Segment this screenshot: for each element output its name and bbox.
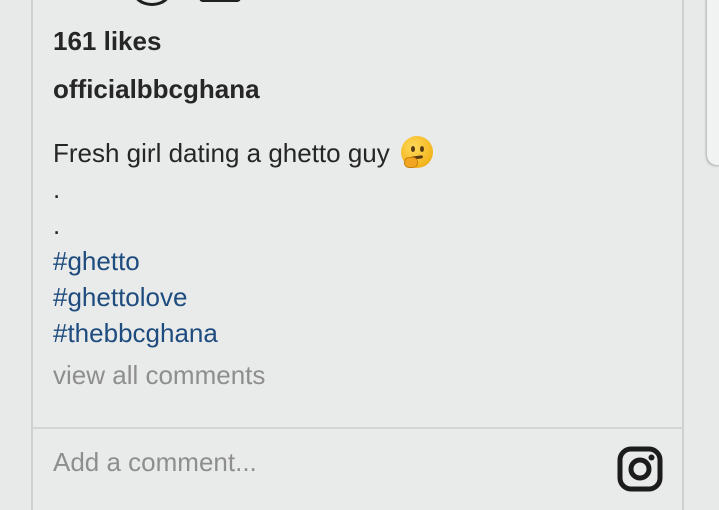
comment-icon[interactable] bbox=[132, 0, 172, 6]
hashtag-link[interactable]: #ghetto bbox=[53, 243, 433, 279]
post-card: 161 likes officialbbcghana Fresh girl da… bbox=[31, 0, 684, 510]
hashtag-link[interactable]: #thebbcghana bbox=[53, 315, 433, 351]
post-action-bar bbox=[33, 0, 682, 6]
add-comment-input[interactable] bbox=[53, 442, 573, 482]
divider bbox=[33, 427, 682, 429]
likes-count[interactable]: 161 likes bbox=[53, 26, 161, 57]
caption-dot: . bbox=[53, 210, 61, 240]
share-icon[interactable] bbox=[199, 0, 241, 2]
instagram-icon[interactable] bbox=[617, 446, 663, 492]
view-all-comments-link[interactable]: view all comments bbox=[53, 360, 265, 391]
thinking-face-emoji-icon bbox=[401, 136, 433, 168]
caption-line: Fresh girl dating a ghetto guy bbox=[53, 135, 433, 171]
caption-text: Fresh girl dating a ghetto guy bbox=[53, 138, 390, 168]
post-username[interactable]: officialbbcghana bbox=[53, 74, 260, 105]
caption-dot: . bbox=[53, 174, 61, 204]
right-panel-edge bbox=[707, 0, 719, 165]
post-caption: Fresh girl dating a ghetto guy . . #ghet… bbox=[53, 135, 433, 351]
hashtag-link[interactable]: #ghettolove bbox=[53, 279, 433, 315]
